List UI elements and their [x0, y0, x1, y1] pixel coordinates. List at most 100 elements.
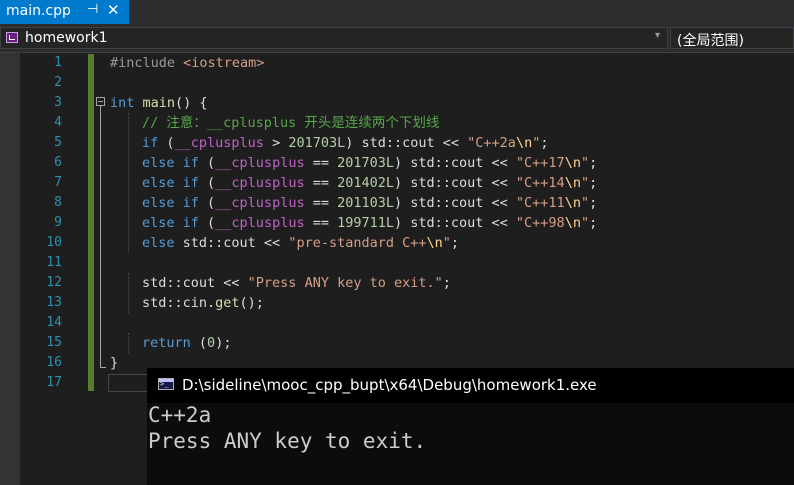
string-literal: ": [580, 215, 590, 231]
code-text: ();: [239, 295, 264, 311]
function-name: get: [215, 295, 240, 311]
escape-sequence: \n: [564, 175, 581, 191]
string-literal: "C++17: [515, 155, 565, 171]
escape-sequence: \n: [426, 235, 443, 251]
indent-guide: [128, 273, 129, 313]
include-header: <iostream>: [183, 55, 265, 71]
change-tracking-bar: [88, 54, 94, 391]
code-text: ;: [540, 135, 549, 151]
line-number: 8: [54, 195, 62, 210]
code-line-1[interactable]: #include <iostream>: [110, 53, 264, 73]
string-literal: ": [580, 195, 590, 211]
code-text: (: [198, 175, 216, 191]
string-literal: "C++14: [515, 175, 565, 191]
fold-guide: [100, 106, 101, 368]
code-text: ) std::cout <<: [394, 195, 516, 211]
code-line-5[interactable]: if (__cplusplus > 201703L) std::cout << …: [142, 133, 548, 153]
macro: __cplusplus: [215, 195, 305, 211]
line-number: 17: [46, 375, 62, 390]
code-text: ;: [442, 275, 451, 291]
preprocessor-directive: #include: [110, 55, 184, 71]
close-icon[interactable]: ✕: [107, 1, 120, 19]
line-number: 15: [46, 335, 62, 350]
indent-guide: [128, 333, 129, 353]
code-text: ;: [589, 195, 598, 211]
number-literal: 201703L: [288, 135, 346, 151]
line-number: 14: [46, 315, 62, 330]
tab-main-cpp[interactable]: main.cpp ⊣ ✕: [0, 0, 129, 24]
code-text: ) std::cout <<: [394, 155, 516, 171]
code-text: (: [158, 135, 175, 151]
chevron-down-icon[interactable]: ▾: [655, 30, 660, 41]
code-text: ;: [450, 235, 460, 251]
string-literal: "C++2a: [467, 135, 516, 151]
line-number: 5: [54, 135, 62, 150]
console-output-line: C++2a: [148, 403, 212, 427]
indent-guide: [128, 113, 129, 253]
console-title-bar[interactable]: D:\sideline\mooc_cpp_bupt\x64\Debug\home…: [147, 368, 794, 403]
code-line-12[interactable]: std::cout << "Press ANY key to exit.";: [142, 273, 451, 293]
code-text: (: [190, 335, 208, 351]
string-literal: "C++11: [515, 195, 565, 211]
collapse-icon[interactable]: [96, 97, 105, 106]
console-window[interactable]: D:\sideline\mooc_cpp_bupt\x64\Debug\home…: [147, 368, 794, 485]
line-number: 16: [46, 355, 62, 370]
code-text: ==: [304, 215, 338, 231]
code-text: ) std::cout <<: [394, 175, 516, 191]
project-label: homework1: [25, 30, 108, 46]
code-text: );: [215, 335, 232, 351]
function-name: main: [142, 95, 176, 111]
code-line-10[interactable]: else std::cout << "pre-standard C++\n";: [142, 233, 459, 253]
pin-icon[interactable]: ⊣: [87, 2, 98, 17]
line-number: 9: [54, 215, 62, 230]
string-literal: ": [580, 175, 590, 191]
code-line-3[interactable]: int main() {: [110, 93, 208, 113]
code-text: std::cin.: [142, 295, 216, 311]
code-line-4[interactable]: // 注意：__cplusplus 开头是连续两个下划线: [142, 113, 439, 133]
code-line-16[interactable]: }: [110, 353, 118, 373]
code-text: (: [198, 195, 216, 211]
code-line-13[interactable]: std::cin.get();: [142, 293, 264, 313]
line-number: 11: [46, 255, 62, 270]
code-line-7[interactable]: else if (__cplusplus == 201402L) std::co…: [142, 173, 597, 193]
code-text: ;: [589, 175, 598, 191]
macro: __cplusplus: [174, 135, 264, 151]
line-number: 7: [54, 175, 62, 190]
number-literal: 0: [207, 335, 216, 351]
number-literal: 199711L: [337, 215, 394, 231]
escape-sequence: \n: [564, 155, 581, 171]
code-text: std::cout <<: [142, 275, 248, 291]
code-text: (: [198, 215, 216, 231]
current-line-highlight[interactable]: [108, 374, 148, 392]
escape-sequence: \n: [515, 135, 533, 151]
keyword: else if: [142, 175, 199, 191]
scope-label: (全局范围): [677, 33, 744, 49]
project-dropdown[interactable]: homework1 ▾: [0, 27, 668, 49]
macro: __cplusplus: [215, 175, 305, 191]
code-text: }: [110, 355, 119, 371]
code-text: std::cout <<: [174, 235, 289, 251]
indicator-margin[interactable]: [0, 53, 20, 485]
document-tab-strip: main.cpp ⊣ ✕: [0, 0, 794, 24]
comment: // 注意：__cplusplus 开头是连续两个下划线: [142, 115, 440, 131]
string-literal: "C++98: [515, 215, 565, 231]
scope-dropdown[interactable]: (全局范围): [670, 27, 794, 49]
code-line-9[interactable]: else if (__cplusplus == 199711L) std::co…: [142, 213, 597, 233]
console-app-icon: [158, 378, 174, 390]
code-text: ;: [589, 215, 598, 231]
code-line-6[interactable]: else if (__cplusplus == 201703L) std::co…: [142, 153, 597, 173]
keyword: int: [110, 95, 135, 111]
code-line-8[interactable]: else if (__cplusplus == 201103L) std::co…: [142, 193, 597, 213]
macro: __cplusplus: [215, 155, 305, 171]
code-line-15[interactable]: return (0);: [142, 333, 231, 353]
code-text: ;: [589, 155, 598, 171]
code-text: ) std::cout <<: [394, 215, 516, 231]
keyword: else if: [142, 195, 199, 211]
number-literal: 201103L: [337, 195, 394, 211]
number-literal: 201402L: [337, 175, 394, 191]
string-literal: "Press ANY key to exit.": [247, 275, 443, 291]
string-literal: ": [580, 155, 590, 171]
code-text: ==: [304, 175, 338, 191]
navigation-bar: homework1 ▾ (全局范围): [0, 24, 794, 53]
vcxproj-icon: [6, 32, 18, 43]
